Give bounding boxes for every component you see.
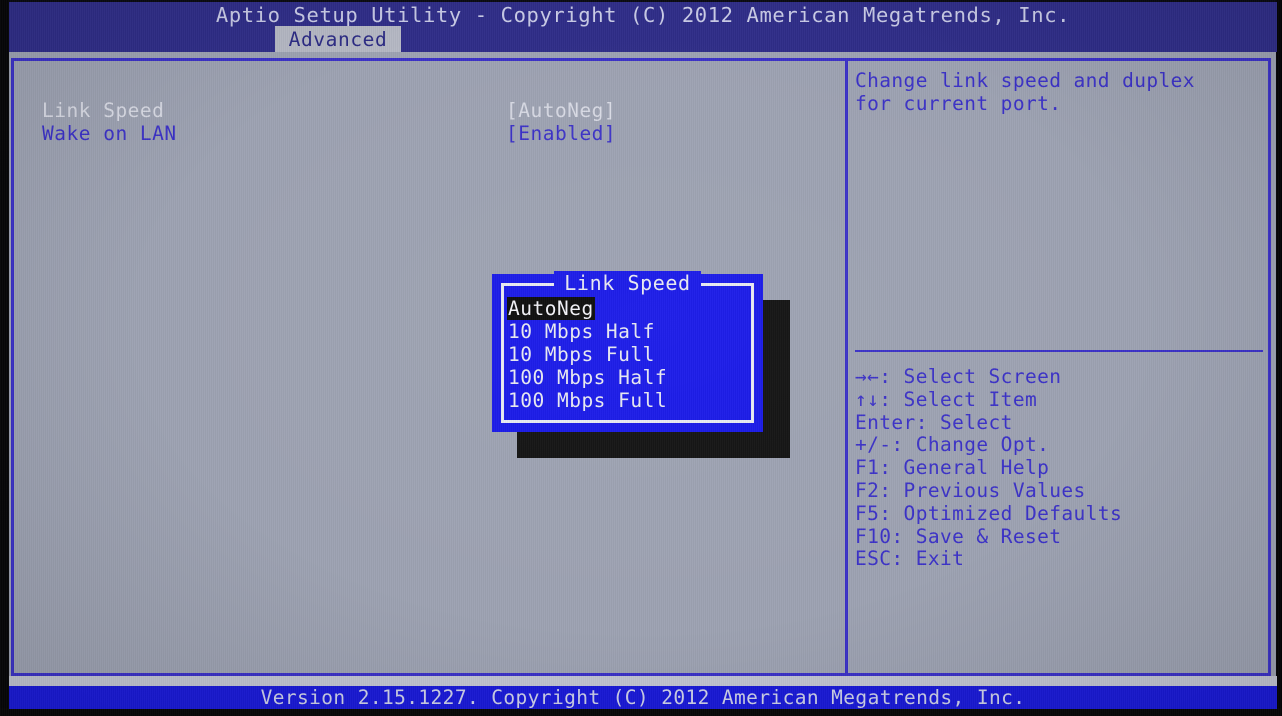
key-legend-item: F1: General Help	[855, 456, 1050, 480]
dialog-option-10-half[interactable]: 10 Mbps Half	[507, 320, 656, 343]
key-legend-item: F10: Save & Reset	[855, 524, 1062, 548]
setting-label: Wake on LAN	[42, 122, 177, 145]
monitor-bezel-bottom	[0, 708, 1282, 716]
setting-label: Link Speed	[42, 99, 165, 122]
app-title: Aptio Setup Utility - Copyright (C) 2012…	[215, 3, 1071, 27]
dialog-title: Link Speed	[492, 271, 763, 295]
footer-bar: Version 2.15.1227. Copyright (C) 2012 Am…	[9, 686, 1277, 709]
dialog-option-autoneg[interactable]: AutoNeg	[507, 297, 595, 320]
setting-value[interactable]: [Enabled]	[506, 122, 616, 145]
dialog-option-row[interactable]: AutoNeg	[507, 297, 747, 320]
key-legend-item: →←: Select Screen	[855, 365, 1062, 388]
setting-row-wake-on-lan[interactable]: Wake on LAN [Enabled]	[14, 122, 842, 145]
key-legend-item: +/-: Change Opt.	[855, 433, 1050, 457]
dialog-title-text: Link Speed	[554, 271, 701, 295]
help-pane: Change link speed and duplex for current…	[851, 61, 1271, 673]
tab-advanced[interactable]: Advanced	[275, 26, 401, 53]
dialog-option-100-full[interactable]: 100 Mbps Full	[507, 389, 668, 412]
footer-separator	[9, 676, 1277, 686]
key-legend-item: F2: Previous Values	[855, 478, 1086, 502]
key-legend-item: ESC: Exit	[855, 547, 965, 571]
help-description: Change link speed and duplex for current…	[855, 69, 1195, 115]
key-legend-item: Enter: Select	[855, 410, 1013, 434]
dialog-option-row[interactable]: 100 Mbps Full	[507, 389, 747, 412]
dialog-option-10-full[interactable]: 10 Mbps Full	[507, 343, 656, 366]
key-legend-item: F5: Optimized Defaults	[855, 501, 1123, 525]
key-legend-item: ↑↓: Select Item	[855, 387, 1038, 411]
dialog-option-list: AutoNeg 10 Mbps Half 10 Mbps Full 100 Mb…	[507, 297, 747, 412]
pane-divider	[845, 58, 848, 676]
dialog-option-row[interactable]: 10 Mbps Full	[507, 343, 747, 366]
monitor-bezel-right	[1276, 0, 1282, 716]
dialog-option-row[interactable]: 10 Mbps Half	[507, 320, 747, 343]
dialog-option-100-half[interactable]: 100 Mbps Half	[507, 366, 668, 389]
setting-value[interactable]: [AutoNeg]	[506, 99, 616, 122]
setting-row-link-speed[interactable]: Link Speed [AutoNeg]	[14, 99, 842, 122]
key-legend: →←: Select Screen ↑↓: Select Item Enter:…	[855, 365, 1267, 571]
footer-version-text: Version 2.15.1227. Copyright (C) 2012 Am…	[260, 686, 1026, 709]
help-separator	[855, 350, 1263, 352]
link-speed-dialog[interactable]: Link Speed AutoNeg 10 Mbps Half 10 Mbps …	[492, 271, 763, 432]
bios-screen: Aptio Setup Utility - Copyright (C) 2012…	[0, 0, 1282, 716]
title-bar: Aptio Setup Utility - Copyright (C) 2012…	[9, 2, 1277, 53]
monitor-bezel-left	[0, 0, 9, 716]
dialog-option-row[interactable]: 100 Mbps Half	[507, 366, 747, 389]
